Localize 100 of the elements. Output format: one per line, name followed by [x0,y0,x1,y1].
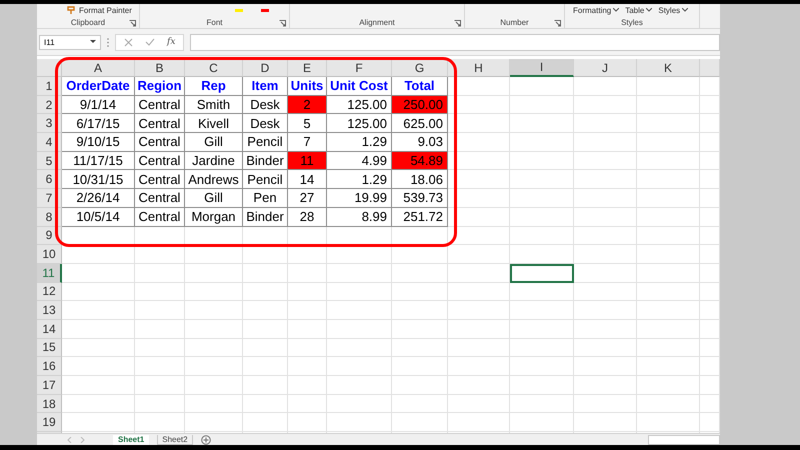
scroll-right-icon[interactable] [80,436,85,442]
empty-cell[interactable] [448,114,510,134]
column-header[interactable]: C [185,59,243,77]
empty-cell[interactable] [243,376,288,395]
empty-cell[interactable] [637,245,700,264]
empty-cell[interactable] [510,320,574,339]
empty-cell[interactable] [243,394,288,414]
empty-cell[interactable] [637,413,700,432]
empty-cell[interactable] [288,394,327,414]
empty-cell[interactable] [243,413,288,432]
empty-cell[interactable] [392,338,448,358]
empty-cell[interactable] [327,301,392,320]
name-box[interactable]: I11 [39,34,101,50]
empty-cell[interactable] [392,357,448,376]
empty-cell[interactable] [637,77,700,96]
empty-cell[interactable] [637,189,700,208]
empty-cell[interactable] [327,320,392,339]
empty-cell[interactable] [510,282,574,302]
empty-cell[interactable] [392,394,448,414]
dialog-launcher-icon[interactable] [129,20,136,27]
row-header[interactable]: 15 [37,338,62,358]
empty-cell[interactable] [574,338,637,358]
empty-cell[interactable] [243,320,288,339]
empty-cell[interactable] [637,96,700,114]
empty-cell[interactable] [327,357,392,376]
empty-cell[interactable] [392,245,448,264]
dialog-launcher-icon[interactable] [454,20,461,27]
column-header[interactable]: F [327,59,392,77]
empty-cell[interactable] [288,413,327,432]
column-header[interactable]: J [574,59,637,77]
empty-cell[interactable] [510,413,574,432]
empty-cell[interactable] [448,245,510,264]
empty-cell[interactable] [510,394,574,414]
select-all-button[interactable] [37,59,62,77]
empty-cell[interactable] [574,245,637,264]
empty-cell[interactable] [327,376,392,395]
empty-cell[interactable] [448,226,510,246]
style-dropdown[interactable]: Formatting [573,6,620,14]
empty-cell[interactable] [392,264,448,283]
empty-cell[interactable] [135,245,185,264]
empty-cell[interactable] [574,77,637,96]
empty-cell[interactable] [637,264,700,283]
empty-cell[interactable] [135,413,185,432]
empty-cell[interactable] [448,133,510,152]
empty-cell[interactable] [637,133,700,152]
empty-cell[interactable] [185,376,243,395]
empty-cell[interactable] [185,394,243,414]
empty-cell[interactable] [574,152,637,170]
empty-cell[interactable] [288,245,327,264]
check-icon[interactable] [145,38,155,46]
empty-cell[interactable] [135,320,185,339]
formula-input[interactable] [190,34,720,50]
empty-cell[interactable] [574,394,637,414]
empty-cell[interactable] [288,282,327,302]
empty-cell[interactable] [185,413,243,432]
empty-cell[interactable] [327,264,392,283]
empty-cell[interactable] [448,189,510,208]
empty-cell[interactable] [637,208,700,226]
empty-cell[interactable] [288,320,327,339]
empty-cell[interactable] [392,320,448,339]
style-dropdown[interactable]: Styles [658,6,688,14]
empty-cell[interactable] [392,282,448,302]
column-header[interactable] [700,59,720,77]
column-header[interactable]: K [637,59,700,77]
empty-cell[interactable] [327,245,392,264]
column-header[interactable]: H [448,59,510,77]
empty-cell[interactable] [574,114,637,134]
row-header[interactable]: 19 [37,413,62,432]
empty-cell[interactable] [637,301,700,320]
empty-cell[interactable] [392,413,448,432]
empty-cell[interactable] [243,264,288,283]
empty-cell[interactable] [637,338,700,358]
empty-cell[interactable] [574,301,637,320]
empty-cell[interactable] [135,338,185,358]
column-header[interactable]: I [510,59,574,77]
column-header[interactable]: A [62,59,135,77]
empty-cell[interactable] [637,394,700,414]
empty-cell[interactable] [637,320,700,339]
row-header[interactable]: 16 [37,357,62,376]
empty-cell[interactable] [448,338,510,358]
empty-cell[interactable] [448,208,510,226]
empty-cell[interactable] [637,357,700,376]
format-painter-button[interactable]: Format Painter [67,6,132,14]
empty-cell[interactable] [243,338,288,358]
empty-cell[interactable] [574,413,637,432]
empty-cell[interactable] [574,208,637,226]
empty-cell[interactable] [185,301,243,320]
empty-cell[interactable] [327,338,392,358]
empty-cell[interactable] [327,413,392,432]
sheet-tab[interactable]: Sheet1 [113,434,150,444]
sheet-tab[interactable]: Sheet2 [157,434,193,444]
empty-cell[interactable] [448,320,510,339]
row-header[interactable]: 10 [37,245,62,264]
empty-cell[interactable] [243,357,288,376]
empty-cell[interactable] [135,282,185,302]
dialog-launcher-icon[interactable] [554,20,561,27]
empty-cell[interactable] [288,338,327,358]
empty-cell[interactable] [185,282,243,302]
empty-cell[interactable] [448,77,510,96]
empty-cell[interactable] [448,264,510,283]
